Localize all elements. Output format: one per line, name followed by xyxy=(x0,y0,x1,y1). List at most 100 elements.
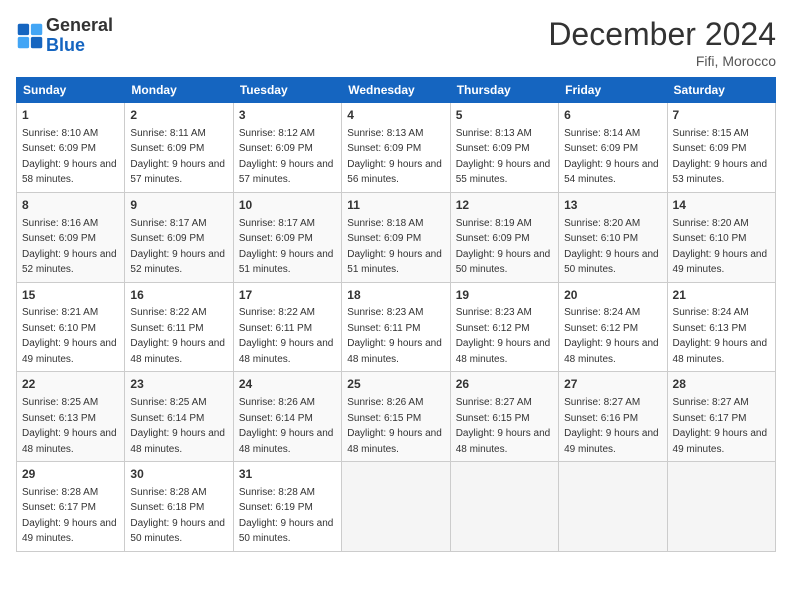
calendar-week-row: 1 Sunrise: 8:10 AMSunset: 6:09 PMDayligh… xyxy=(17,103,776,193)
table-row: 4 Sunrise: 8:13 AMSunset: 6:09 PMDayligh… xyxy=(342,103,450,193)
day-info: Sunrise: 8:20 AMSunset: 6:10 PMDaylight:… xyxy=(564,218,659,276)
day-info: Sunrise: 8:11 AMSunset: 6:09 PMDaylight:… xyxy=(130,128,225,186)
day-number: 17 xyxy=(239,287,336,304)
calendar-table: Sunday Monday Tuesday Wednesday Thursday… xyxy=(16,77,776,552)
day-info: Sunrise: 8:23 AMSunset: 6:11 PMDaylight:… xyxy=(347,307,442,365)
calendar-week-row: 8 Sunrise: 8:16 AMSunset: 6:09 PMDayligh… xyxy=(17,192,776,282)
table-row: 16 Sunrise: 8:22 AMSunset: 6:11 PMDaylig… xyxy=(125,282,233,372)
table-row: 6 Sunrise: 8:14 AMSunset: 6:09 PMDayligh… xyxy=(559,103,667,193)
day-info: Sunrise: 8:25 AMSunset: 6:14 PMDaylight:… xyxy=(130,397,225,455)
page-container: General Blue December 2024 Fifi, Morocco… xyxy=(0,0,792,562)
table-row: 19 Sunrise: 8:23 AMSunset: 6:12 PMDaylig… xyxy=(450,282,558,372)
table-row: 24 Sunrise: 8:26 AMSunset: 6:14 PMDaylig… xyxy=(233,372,341,462)
day-info: Sunrise: 8:13 AMSunset: 6:09 PMDaylight:… xyxy=(347,128,442,186)
logo: General Blue xyxy=(16,16,113,56)
table-row: 14 Sunrise: 8:20 AMSunset: 6:10 PMDaylig… xyxy=(667,192,775,282)
day-info: Sunrise: 8:12 AMSunset: 6:09 PMDaylight:… xyxy=(239,128,334,186)
table-row: 22 Sunrise: 8:25 AMSunset: 6:13 PMDaylig… xyxy=(17,372,125,462)
table-row: 18 Sunrise: 8:23 AMSunset: 6:11 PMDaylig… xyxy=(342,282,450,372)
table-row xyxy=(342,462,450,552)
header-saturday: Saturday xyxy=(667,78,775,103)
day-number: 6 xyxy=(564,107,661,124)
day-number: 28 xyxy=(673,376,770,393)
day-number: 15 xyxy=(22,287,119,304)
day-info: Sunrise: 8:13 AMSunset: 6:09 PMDaylight:… xyxy=(456,128,551,186)
day-info: Sunrise: 8:26 AMSunset: 6:15 PMDaylight:… xyxy=(347,397,442,455)
day-info: Sunrise: 8:17 AMSunset: 6:09 PMDaylight:… xyxy=(239,218,334,276)
title-section: December 2024 Fifi, Morocco xyxy=(548,16,776,69)
table-row: 3 Sunrise: 8:12 AMSunset: 6:09 PMDayligh… xyxy=(233,103,341,193)
day-number: 27 xyxy=(564,376,661,393)
day-info: Sunrise: 8:25 AMSunset: 6:13 PMDaylight:… xyxy=(22,397,117,455)
table-row: 17 Sunrise: 8:22 AMSunset: 6:11 PMDaylig… xyxy=(233,282,341,372)
day-number: 30 xyxy=(130,466,227,483)
table-row: 28 Sunrise: 8:27 AMSunset: 6:17 PMDaylig… xyxy=(667,372,775,462)
table-row xyxy=(667,462,775,552)
table-row: 9 Sunrise: 8:17 AMSunset: 6:09 PMDayligh… xyxy=(125,192,233,282)
day-number: 8 xyxy=(22,197,119,214)
table-row: 8 Sunrise: 8:16 AMSunset: 6:09 PMDayligh… xyxy=(17,192,125,282)
day-info: Sunrise: 8:28 AMSunset: 6:19 PMDaylight:… xyxy=(239,487,334,545)
table-row: 29 Sunrise: 8:28 AMSunset: 6:17 PMDaylig… xyxy=(17,462,125,552)
day-info: Sunrise: 8:26 AMSunset: 6:14 PMDaylight:… xyxy=(239,397,334,455)
day-info: Sunrise: 8:17 AMSunset: 6:09 PMDaylight:… xyxy=(130,218,225,276)
day-number: 21 xyxy=(673,287,770,304)
table-row: 23 Sunrise: 8:25 AMSunset: 6:14 PMDaylig… xyxy=(125,372,233,462)
day-info: Sunrise: 8:22 AMSunset: 6:11 PMDaylight:… xyxy=(239,307,334,365)
table-row xyxy=(450,462,558,552)
logo-general: General xyxy=(46,16,113,36)
day-info: Sunrise: 8:15 AMSunset: 6:09 PMDaylight:… xyxy=(673,128,768,186)
day-number: 22 xyxy=(22,376,119,393)
day-number: 9 xyxy=(130,197,227,214)
day-number: 10 xyxy=(239,197,336,214)
day-number: 29 xyxy=(22,466,119,483)
day-info: Sunrise: 8:27 AMSunset: 6:15 PMDaylight:… xyxy=(456,397,551,455)
calendar-week-row: 29 Sunrise: 8:28 AMSunset: 6:17 PMDaylig… xyxy=(17,462,776,552)
day-info: Sunrise: 8:10 AMSunset: 6:09 PMDaylight:… xyxy=(22,128,117,186)
table-row: 26 Sunrise: 8:27 AMSunset: 6:15 PMDaylig… xyxy=(450,372,558,462)
day-number: 7 xyxy=(673,107,770,124)
calendar-header-row: Sunday Monday Tuesday Wednesday Thursday… xyxy=(17,78,776,103)
day-number: 3 xyxy=(239,107,336,124)
day-number: 25 xyxy=(347,376,444,393)
calendar-week-row: 22 Sunrise: 8:25 AMSunset: 6:13 PMDaylig… xyxy=(17,372,776,462)
day-number: 1 xyxy=(22,107,119,124)
day-info: Sunrise: 8:19 AMSunset: 6:09 PMDaylight:… xyxy=(456,218,551,276)
day-info: Sunrise: 8:23 AMSunset: 6:12 PMDaylight:… xyxy=(456,307,551,365)
day-number: 13 xyxy=(564,197,661,214)
logo-blue: Blue xyxy=(46,36,113,56)
day-number: 31 xyxy=(239,466,336,483)
table-row: 2 Sunrise: 8:11 AMSunset: 6:09 PMDayligh… xyxy=(125,103,233,193)
table-row: 5 Sunrise: 8:13 AMSunset: 6:09 PMDayligh… xyxy=(450,103,558,193)
day-info: Sunrise: 8:21 AMSunset: 6:10 PMDaylight:… xyxy=(22,307,117,365)
day-number: 18 xyxy=(347,287,444,304)
day-info: Sunrise: 8:22 AMSunset: 6:11 PMDaylight:… xyxy=(130,307,225,365)
table-row: 20 Sunrise: 8:24 AMSunset: 6:12 PMDaylig… xyxy=(559,282,667,372)
location: Fifi, Morocco xyxy=(548,53,776,69)
table-row: 10 Sunrise: 8:17 AMSunset: 6:09 PMDaylig… xyxy=(233,192,341,282)
day-number: 26 xyxy=(456,376,553,393)
day-info: Sunrise: 8:28 AMSunset: 6:18 PMDaylight:… xyxy=(130,487,225,545)
logo-text: General Blue xyxy=(46,16,113,56)
header-wednesday: Wednesday xyxy=(342,78,450,103)
header-thursday: Thursday xyxy=(450,78,558,103)
table-row: 13 Sunrise: 8:20 AMSunset: 6:10 PMDaylig… xyxy=(559,192,667,282)
day-info: Sunrise: 8:24 AMSunset: 6:13 PMDaylight:… xyxy=(673,307,768,365)
day-number: 20 xyxy=(564,287,661,304)
day-info: Sunrise: 8:27 AMSunset: 6:16 PMDaylight:… xyxy=(564,397,659,455)
table-row: 27 Sunrise: 8:27 AMSunset: 6:16 PMDaylig… xyxy=(559,372,667,462)
day-info: Sunrise: 8:28 AMSunset: 6:17 PMDaylight:… xyxy=(22,487,117,545)
table-row: 15 Sunrise: 8:21 AMSunset: 6:10 PMDaylig… xyxy=(17,282,125,372)
table-row: 11 Sunrise: 8:18 AMSunset: 6:09 PMDaylig… xyxy=(342,192,450,282)
day-info: Sunrise: 8:24 AMSunset: 6:12 PMDaylight:… xyxy=(564,307,659,365)
day-number: 19 xyxy=(456,287,553,304)
day-number: 16 xyxy=(130,287,227,304)
table-row: 31 Sunrise: 8:28 AMSunset: 6:19 PMDaylig… xyxy=(233,462,341,552)
page-header: General Blue December 2024 Fifi, Morocco xyxy=(16,16,776,69)
day-info: Sunrise: 8:20 AMSunset: 6:10 PMDaylight:… xyxy=(673,218,768,276)
day-number: 12 xyxy=(456,197,553,214)
day-number: 5 xyxy=(456,107,553,124)
day-number: 2 xyxy=(130,107,227,124)
header-monday: Monday xyxy=(125,78,233,103)
day-info: Sunrise: 8:16 AMSunset: 6:09 PMDaylight:… xyxy=(22,218,117,276)
